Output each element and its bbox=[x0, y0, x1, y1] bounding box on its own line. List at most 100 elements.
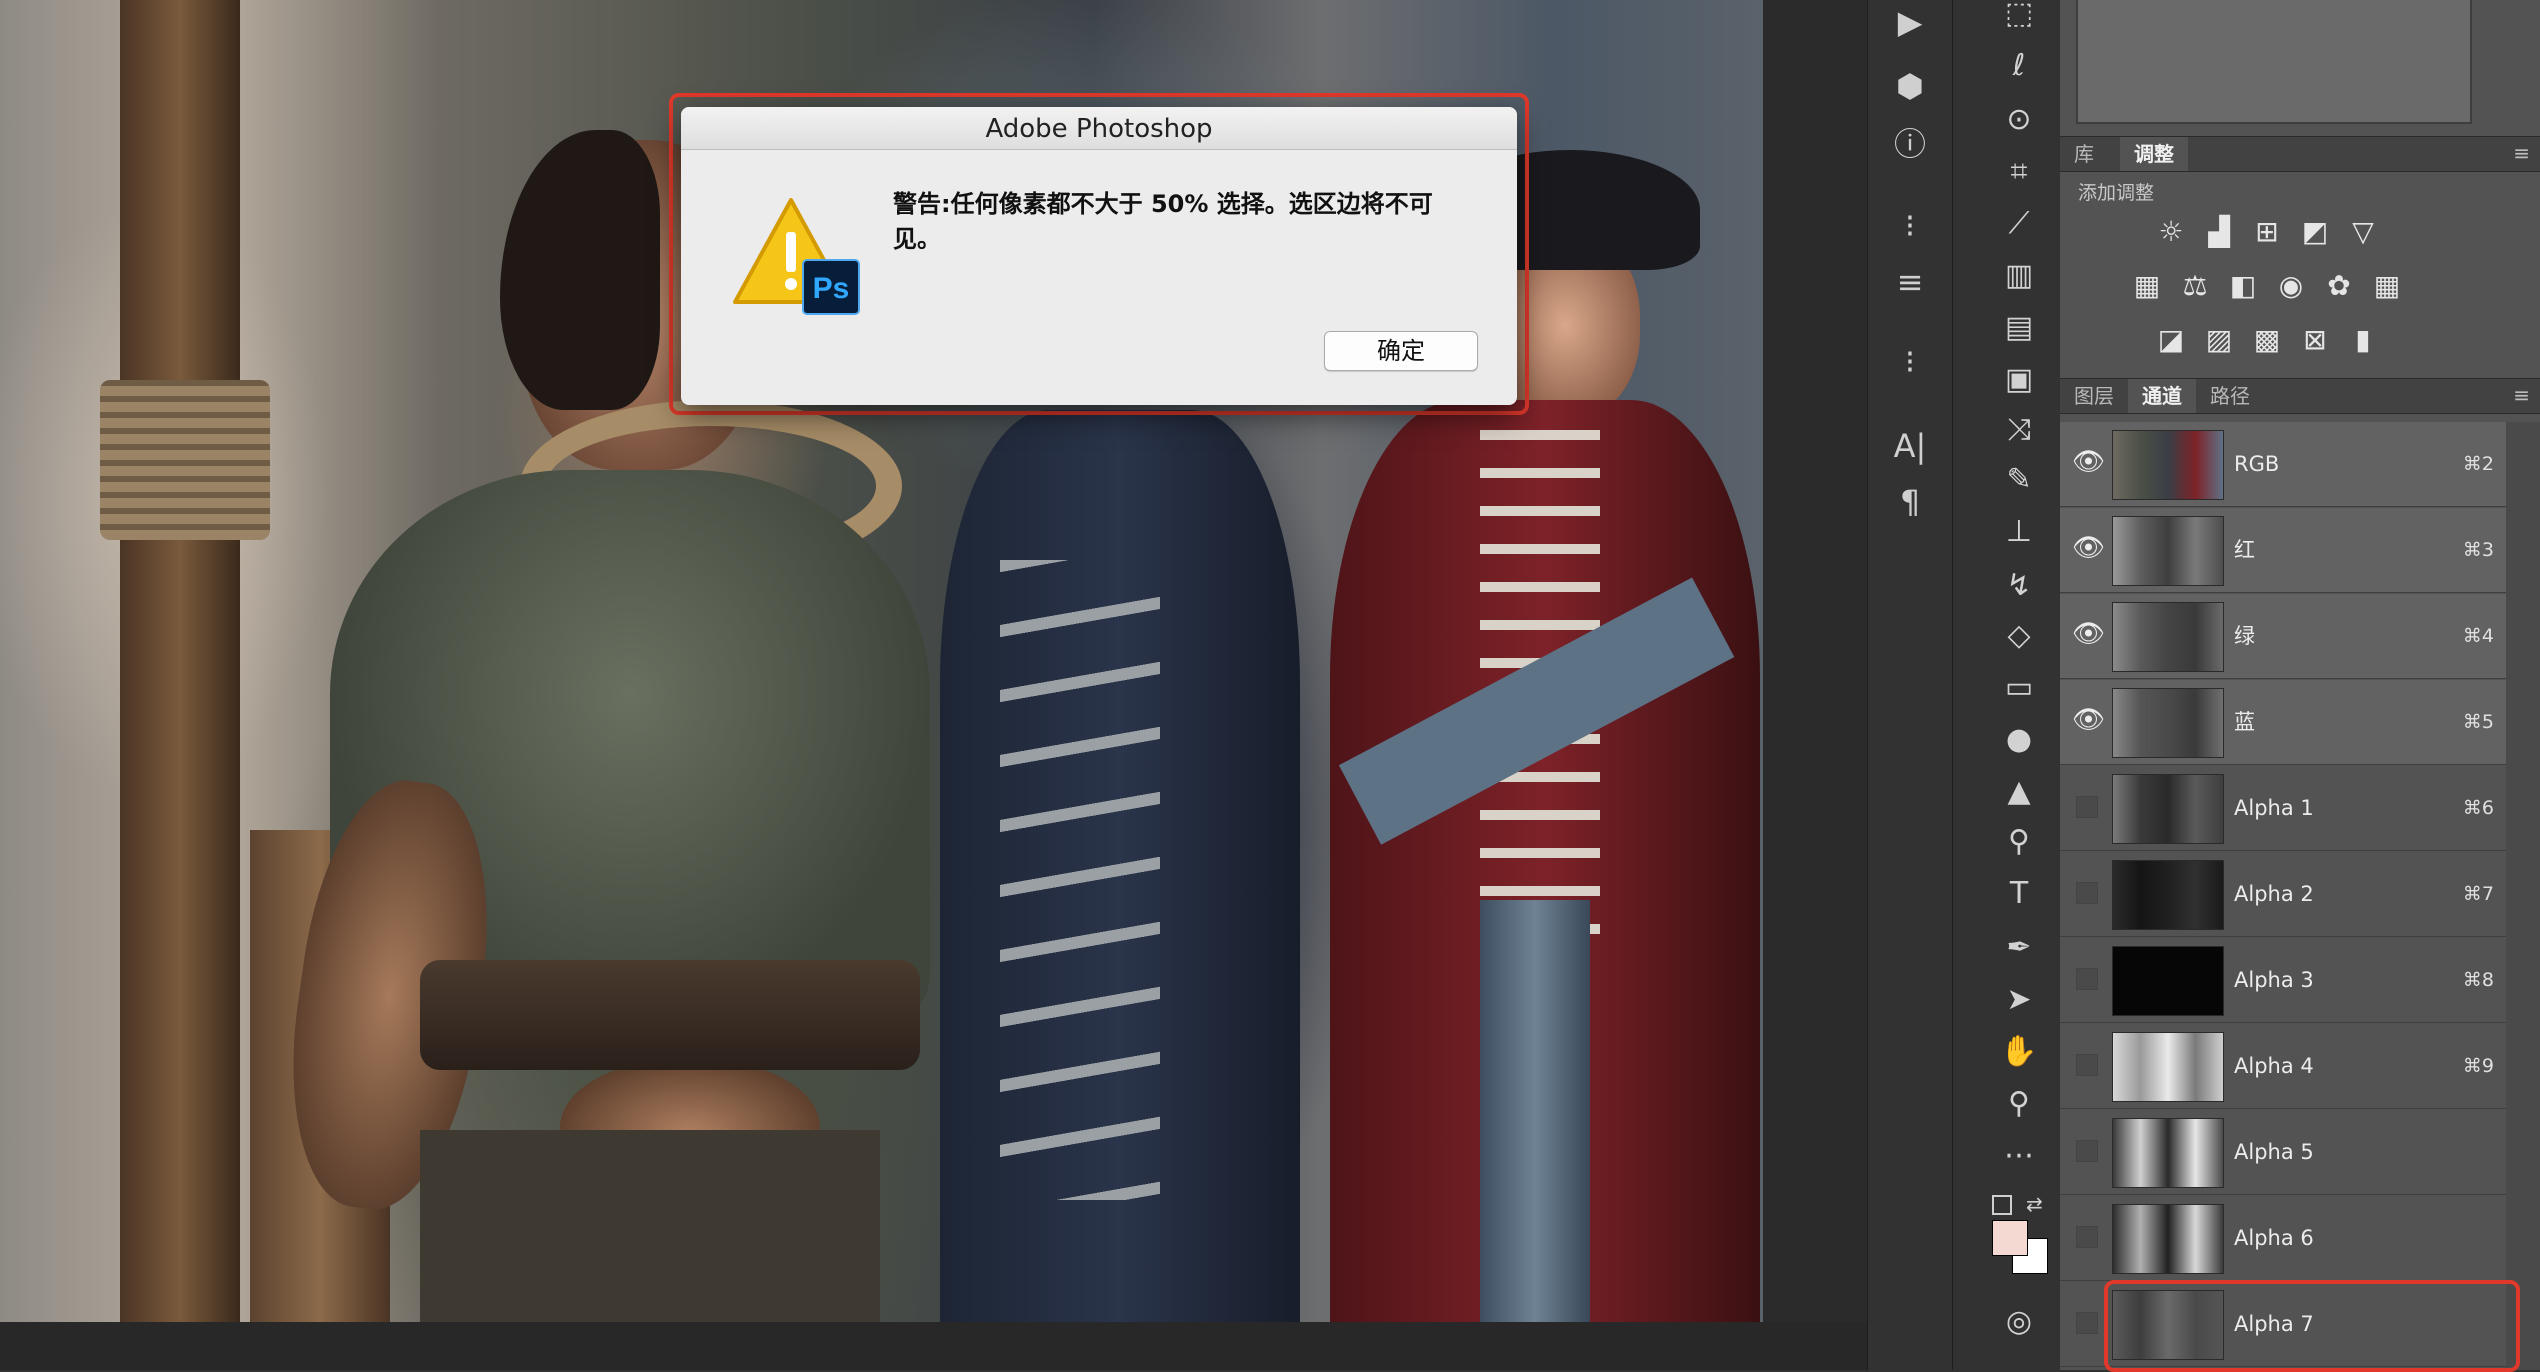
sharpen-icon[interactable]: ▲ bbox=[1996, 770, 2042, 814]
channel-name: 蓝 bbox=[2234, 710, 2255, 734]
foreground-color[interactable] bbox=[1992, 1220, 2028, 1256]
man-trousers bbox=[420, 1130, 880, 1322]
adjustments-panel-tabs: 库 调整 ≡ bbox=[2060, 136, 2540, 172]
swap-colors-icon[interactable]: ⇄ bbox=[2026, 1192, 2043, 1216]
path-select-icon[interactable]: ➤ bbox=[1996, 978, 2042, 1022]
invert-icon[interactable]: ◪ bbox=[2153, 322, 2189, 358]
brush-settings-icon[interactable]: ⁝ bbox=[1888, 204, 1932, 248]
adjust-sliders-icon[interactable]: ≡ bbox=[1888, 260, 1932, 304]
adjustments-subtitle: 添加调整 bbox=[2078, 182, 2155, 204]
rect-marquee-icon[interactable]: ⬚ bbox=[1996, 0, 2042, 36]
channel-name: RGB bbox=[2234, 452, 2280, 476]
visibility-toggle[interactable] bbox=[2076, 1226, 2098, 1248]
more-icon[interactable]: ⋯ bbox=[1996, 1134, 2042, 1178]
channel-row-alpha-6[interactable]: Alpha 6 bbox=[2060, 1196, 2506, 1281]
panel-menu-icon[interactable]: ≡ bbox=[2513, 143, 2530, 163]
type-icon[interactable]: T bbox=[1996, 872, 2042, 916]
paint-brush-icon[interactable]: ✎ bbox=[1996, 458, 2042, 502]
levels-icon[interactable]: ▟ bbox=[2201, 214, 2237, 250]
channel-row-alpha-1[interactable]: Alpha 1 ⌘6 bbox=[2060, 766, 2506, 851]
channel-thumbnail bbox=[2112, 1204, 2224, 1274]
history-brush-icon[interactable]: ↯ bbox=[1996, 564, 2042, 608]
zoom-icon[interactable]: ⚲ bbox=[1996, 1082, 2042, 1126]
eyedropper-icon[interactable]: ⟋ bbox=[1996, 202, 2042, 246]
visibility-toggle[interactable] bbox=[2076, 1312, 2098, 1334]
channel-name: Alpha 6 bbox=[2234, 1226, 2314, 1250]
info-icon[interactable]: ⓘ bbox=[1888, 122, 1932, 166]
color-balance-icon[interactable]: ⚖ bbox=[2177, 268, 2213, 304]
crop-icon[interactable]: ⌗ bbox=[1996, 150, 2042, 194]
channel-name: Alpha 4 bbox=[2234, 1054, 2314, 1078]
tab-adjustments[interactable]: 调整 bbox=[2120, 137, 2188, 171]
visibility-toggle[interactable] bbox=[2076, 882, 2098, 904]
blur-icon[interactable]: ● bbox=[1996, 718, 2042, 762]
channel-shortcut: ⌘2 bbox=[2462, 453, 2494, 475]
channel-thumbnail bbox=[2112, 430, 2224, 500]
channel-row-alpha-4[interactable]: Alpha 4 ⌘9 bbox=[2060, 1024, 2506, 1109]
eye-icon[interactable]: 👁 bbox=[2072, 620, 2105, 648]
selective-color-icon[interactable]: ⊠ bbox=[2297, 322, 2333, 358]
color-lookup-icon[interactable]: ▦ bbox=[2369, 268, 2405, 304]
character-icon[interactable]: A| bbox=[1888, 424, 1932, 468]
exposure-icon[interactable]: ◩ bbox=[2297, 214, 2333, 250]
pen-icon[interactable]: ✒ bbox=[1996, 926, 2042, 970]
visibility-toggle[interactable] bbox=[2076, 796, 2098, 818]
healing-brush-icon[interactable]: ▥ bbox=[1996, 254, 2042, 298]
quick-mask-icon[interactable]: ◎ bbox=[1996, 1300, 2042, 1344]
channel-mixer-icon[interactable]: ✿ bbox=[2321, 268, 2357, 304]
quick-select-icon[interactable]: ⊙ bbox=[1996, 98, 2042, 142]
alpha7-highlight bbox=[2104, 1280, 2520, 1372]
channel-thumbnail bbox=[2112, 602, 2224, 672]
gradient-map-icon[interactable]: ▮ bbox=[2345, 322, 2381, 358]
channel-name: Alpha 5 bbox=[2234, 1140, 2314, 1164]
hand-icon[interactable]: ✋ bbox=[1996, 1030, 2042, 1074]
default-colors-icon[interactable] bbox=[1992, 1195, 2012, 1215]
tab-paths[interactable]: 路径 bbox=[2196, 379, 2264, 413]
tab-layers[interactable]: 图层 bbox=[2060, 379, 2128, 413]
play-icon[interactable]: ▶ bbox=[1888, 0, 1932, 44]
clone-stamp-icon[interactable]: ▣ bbox=[1996, 358, 2042, 402]
3d-cube-icon[interactable]: ⬢ bbox=[1888, 64, 1932, 108]
channel-row-alpha-5[interactable]: Alpha 5 bbox=[2060, 1110, 2506, 1195]
eraser-icon[interactable]: ◇ bbox=[1996, 614, 2042, 658]
threshold-icon[interactable]: ▩ bbox=[2249, 322, 2285, 358]
gradient-icon[interactable]: ▭ bbox=[1996, 666, 2042, 710]
eye-icon[interactable]: 👁 bbox=[2072, 534, 2105, 562]
vibrance-icon[interactable]: ▽ bbox=[2345, 214, 2381, 250]
toolbar: ⬚ ℓ ⊙ ⌗ ⟋ ▥ ▤ ▣ ⤨ ✎ ⊥ ↯ ◇ ▭ ● ▲ ⚲ T ✒ ➤ … bbox=[1990, 0, 2047, 1370]
channel-row-blue[interactable]: 👁 蓝 ⌘5 bbox=[2060, 680, 2506, 765]
channel-row-red[interactable]: 👁 红 ⌘3 bbox=[2060, 508, 2506, 593]
channel-row-rgb[interactable]: 👁 RGB ⌘2 bbox=[2060, 422, 2506, 507]
visibility-toggle[interactable] bbox=[2076, 1054, 2098, 1076]
man-hair bbox=[500, 130, 660, 410]
visibility-toggle[interactable] bbox=[2076, 1140, 2098, 1162]
tab-library[interactable]: 库 bbox=[2060, 137, 2108, 171]
channel-row-alpha-3[interactable]: Alpha 3 ⌘8 bbox=[2060, 938, 2506, 1023]
black-white-icon[interactable]: ◧ bbox=[2225, 268, 2261, 304]
eye-icon[interactable]: 👁 bbox=[2072, 448, 2105, 476]
crossed-arrows-icon[interactable]: ⤨ bbox=[1996, 408, 2042, 452]
lasso-icon[interactable]: ℓ bbox=[1996, 44, 2042, 88]
dodge-icon[interactable]: ⚲ bbox=[1996, 820, 2042, 864]
hue-saturation-icon[interactable]: ▦ bbox=[2129, 268, 2165, 304]
dialog-message: 警告:任何像素都不大于 50% 选择。选区边将不可见。 bbox=[893, 190, 1433, 253]
brightness-icon[interactable]: ☼ bbox=[2153, 214, 2189, 250]
channel-row-green[interactable]: 👁 绿 ⌘4 bbox=[2060, 594, 2506, 679]
curves-icon[interactable]: ⊞ bbox=[2249, 214, 2285, 250]
stamp-icon[interactable]: ⊥ bbox=[1996, 510, 2042, 554]
paragraph-icon[interactable]: ¶ bbox=[1888, 480, 1932, 524]
photo-filter-icon[interactable]: ◉ bbox=[2273, 268, 2309, 304]
brush-icon[interactable]: ▤ bbox=[1996, 306, 2042, 350]
ok-button[interactable]: 确定 bbox=[1324, 331, 1478, 371]
visibility-toggle[interactable] bbox=[2076, 968, 2098, 990]
color-swatches: ⇄ bbox=[1990, 1190, 2048, 1290]
eye-icon[interactable]: 👁 bbox=[2072, 706, 2105, 734]
posterize-icon[interactable]: ▨ bbox=[2201, 322, 2237, 358]
clone-source-icon[interactable]: ⁝ bbox=[1888, 340, 1932, 384]
channel-row-alpha-2[interactable]: Alpha 2 ⌘7 bbox=[2060, 852, 2506, 937]
panel-menu-icon[interactable]: ≡ bbox=[2513, 385, 2530, 405]
blue-post bbox=[1480, 900, 1590, 1322]
channel-name: Alpha 3 bbox=[2234, 968, 2314, 992]
tab-channels[interactable]: 通道 bbox=[2128, 379, 2196, 413]
channels-scrollbar[interactable] bbox=[2506, 422, 2540, 1370]
